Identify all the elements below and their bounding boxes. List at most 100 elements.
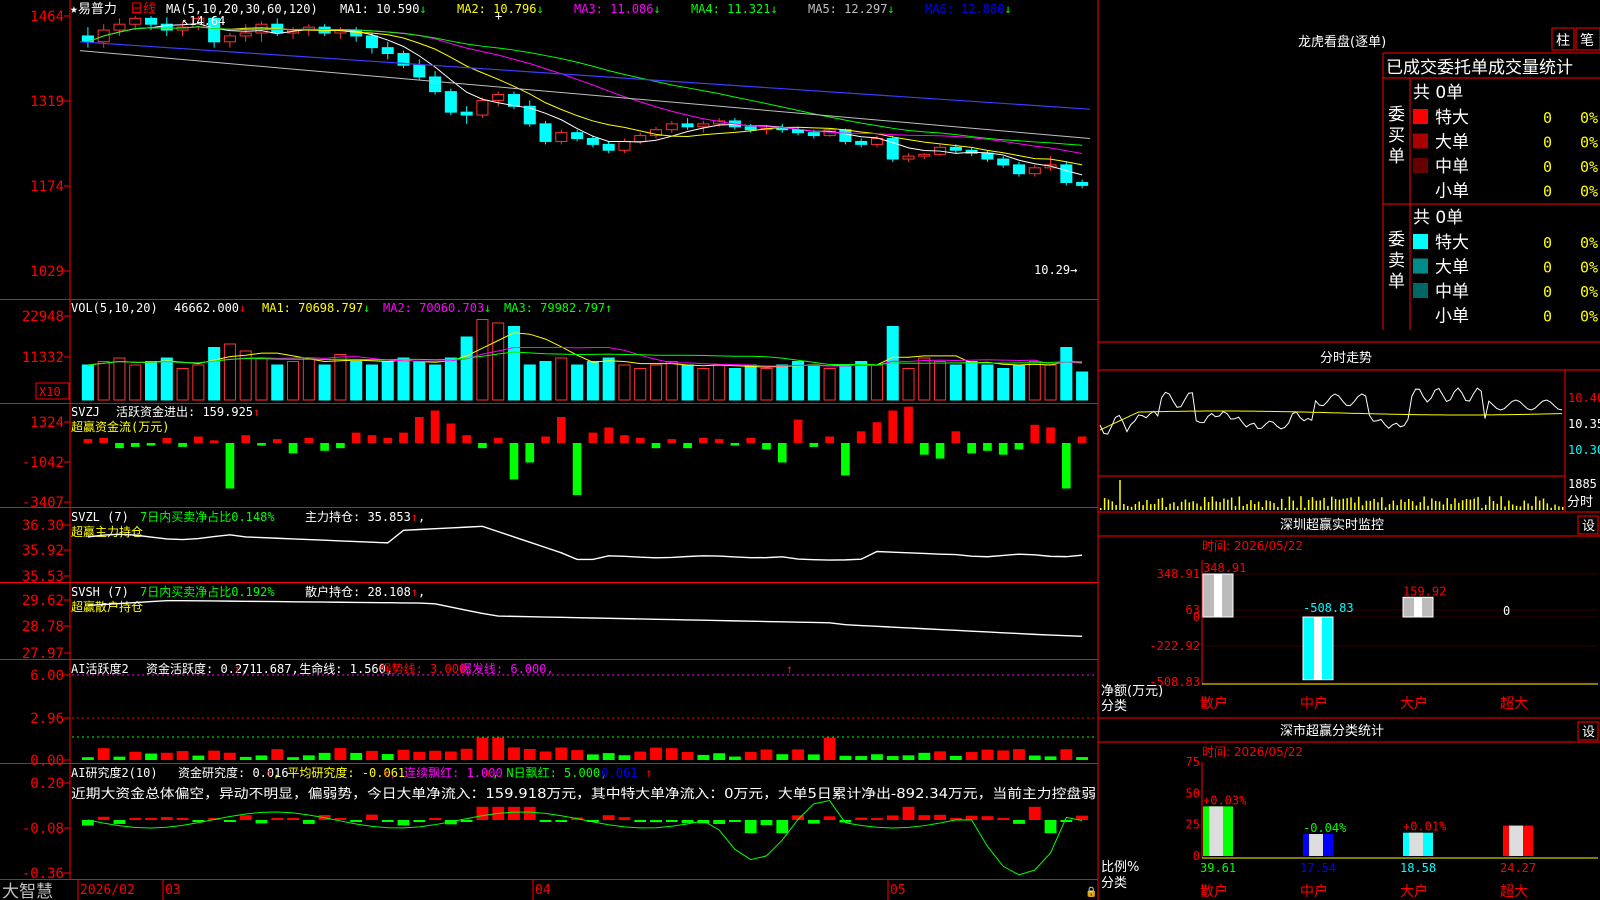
intraday-vol-bar — [1365, 500, 1368, 510]
vol-legend: MA1: 70698.797↓ MA2: 70060.703↓ MA3: 79982… — [262, 301, 612, 315]
volume-bar — [1012, 364, 1026, 401]
subtab-order[interactable]: 委托单 — [1437, 58, 1488, 78]
ai2-bar — [287, 818, 299, 820]
ai1-bar — [602, 753, 615, 760]
stats-bar-hl-3 — [1509, 825, 1523, 856]
monitor-cat-0: 散户 — [1200, 695, 1228, 712]
volume-bar — [918, 357, 931, 401]
intraday-vol-bar — [1153, 503, 1156, 510]
intraday-vol-bar — [1200, 506, 1202, 510]
intraday-vol-bar — [1300, 496, 1302, 510]
ai1-items-item-1: ↑ — [234, 662, 241, 676]
ma10-line — [87, 26, 1083, 166]
sell-side-count-0: 0 — [1543, 234, 1552, 252]
ai1-bars — [81, 737, 1089, 760]
intraday-vol-bar — [1107, 499, 1110, 510]
ai2-bar — [429, 818, 441, 820]
buy-side-name-2: 中单 — [1435, 157, 1469, 177]
candle-body — [681, 123, 694, 128]
main-kline-panel[interactable]: ★易普力 日线 MA(5,10,20,30,60,120) MA1: 10.59… — [30, 2, 1091, 280]
volume-panel[interactable]: VOL(5,10,20) 46662.000↓ MA1: 70698.797↓ M… — [22, 301, 1089, 401]
ai2-bar — [1044, 820, 1057, 834]
volume-bar — [870, 364, 883, 401]
intraday-vol-bar — [1119, 480, 1121, 510]
svzj-bar — [556, 417, 566, 443]
intraday-vol-bar — [1296, 507, 1298, 510]
svzl-panel[interactable]: SVZL (7) 7日内买卖净占比0.148% 主力持仓: 35.853↑, 超… — [22, 509, 1083, 585]
candle-body — [1012, 164, 1026, 175]
ai1-bar — [271, 749, 284, 760]
sell-side-side-char: 卖 — [1388, 251, 1405, 271]
subtab-volume[interactable]: 成交量 — [1488, 58, 1539, 78]
svzj-bar — [414, 417, 424, 443]
volume-bar — [744, 364, 757, 401]
x-label-1: 03 — [165, 883, 181, 898]
intraday-vol-bar — [1504, 506, 1506, 510]
volume-bar — [618, 364, 631, 401]
sell-side-swatch-2 — [1413, 283, 1428, 298]
ai-activity-panel[interactable]: AI活跃度2 资金活跃度: 0.271↑, 1.687, 生命线: 1.560,强… — [30, 661, 1096, 769]
ai2-bar — [460, 820, 473, 822]
candle-body — [476, 99, 489, 116]
monitor-value-3: 0 — [1503, 604, 1510, 618]
intraday-panel[interactable]: 分时走势 10.40 10.35 10.30 1885 分时 — [1098, 350, 1600, 513]
x-label-2: 04 — [535, 883, 551, 898]
intraday-tick-2: 10.30 — [1568, 443, 1600, 457]
stats-bar-hl-0 — [1209, 806, 1223, 856]
intraday-vol-bar — [1369, 500, 1371, 510]
ai1-bar — [792, 749, 804, 760]
ai1-bar — [460, 748, 473, 760]
category-stats-panel[interactable]: 深市超赢分类统计 设 时间: 2026/05/22 75 50 25 0 +0.03% 3… — [1098, 721, 1600, 900]
svsh-desc: 7日内买卖净占比0.192% — [140, 584, 275, 599]
svzj-bar — [493, 437, 503, 443]
candle-body — [460, 111, 473, 116]
buy-side-count-0: 0 — [1543, 109, 1552, 127]
ai2-bar — [618, 817, 631, 820]
intraday-vol-bar — [1558, 506, 1560, 510]
svzj-bar — [209, 440, 219, 443]
period-label[interactable]: 日线 — [130, 2, 156, 17]
intraday-vol-bar — [1146, 500, 1148, 510]
candle-body — [129, 17, 142, 25]
monitor-xlabel: 分类 — [1101, 699, 1127, 714]
ai1-bar — [839, 755, 852, 760]
ai1-bar — [444, 751, 457, 760]
ai2-bar — [1060, 820, 1073, 822]
ai1-bar — [523, 748, 536, 760]
candle-body — [1028, 167, 1041, 175]
intraday-vol-bar — [1288, 496, 1291, 510]
volume-bar — [176, 368, 189, 401]
ai2-bar — [97, 816, 110, 820]
intraday-vol-bar — [1465, 498, 1468, 510]
ma20-line — [87, 26, 1083, 155]
svzj-sub: 超赢资金流(万元) — [71, 419, 169, 434]
intraday-vol-bar — [1196, 503, 1198, 510]
subtab-stats[interactable]: 统计 — [1539, 58, 1573, 78]
ai2-bar — [871, 818, 883, 820]
monitor-chart: 348.91630-222.92-508.83348.91散户-508.83中户… — [1149, 560, 1598, 712]
svzj-bar — [856, 431, 866, 443]
stats-change-0: +0.03% — [1203, 793, 1247, 807]
svsh-panel[interactable]: SVSH (7) 7日内买卖净占比0.192% 散户持仓: 28.108↑, 超… — [22, 584, 1083, 662]
svzj-panel[interactable]: SVZJ 活跃资金进出: 159.925↑ 超赢资金流(万元) 1324 -104… — [22, 404, 1087, 511]
volume-ma-lines — [87, 332, 1083, 368]
realtime-monitor-panel[interactable]: 深圳超赢实时监控 设 时间: 2026/05/22 348.91630-222.… — [1098, 515, 1600, 719]
lock-icon[interactable]: 🔒 — [1085, 886, 1097, 898]
svzj-bar — [651, 443, 661, 449]
sell-side-pct-1: 0% — [1580, 259, 1598, 277]
ai-research-panel[interactable]: AI研究度2(10) 资金研究度: 0.016↑, 平均研究度: -0.061↑… — [22, 765, 1096, 882]
intraday-vol-bar — [1450, 503, 1452, 510]
ai1-bar — [366, 750, 378, 760]
svzj-bar — [1061, 443, 1071, 489]
volume-bar — [318, 364, 331, 401]
ai1-bar — [807, 754, 820, 760]
subtab-done[interactable]: 已成交 — [1386, 58, 1437, 78]
ai1-bar — [997, 750, 1010, 760]
svsh-ticks-label-2: 27.97 — [22, 646, 64, 662]
candle-body — [807, 132, 820, 137]
dragon-tiger-panel[interactable]: 龙虎看盘(逐单) 柱 笔 已成交 委托单 成交量 统计 委买单共 0单特大 0 0%… — [1098, 27, 1600, 343]
buy-side-side-char: 单 — [1388, 147, 1405, 167]
candle-body — [81, 35, 94, 43]
intraday-vol-bar — [1261, 507, 1264, 510]
volume-bar — [397, 357, 410, 401]
